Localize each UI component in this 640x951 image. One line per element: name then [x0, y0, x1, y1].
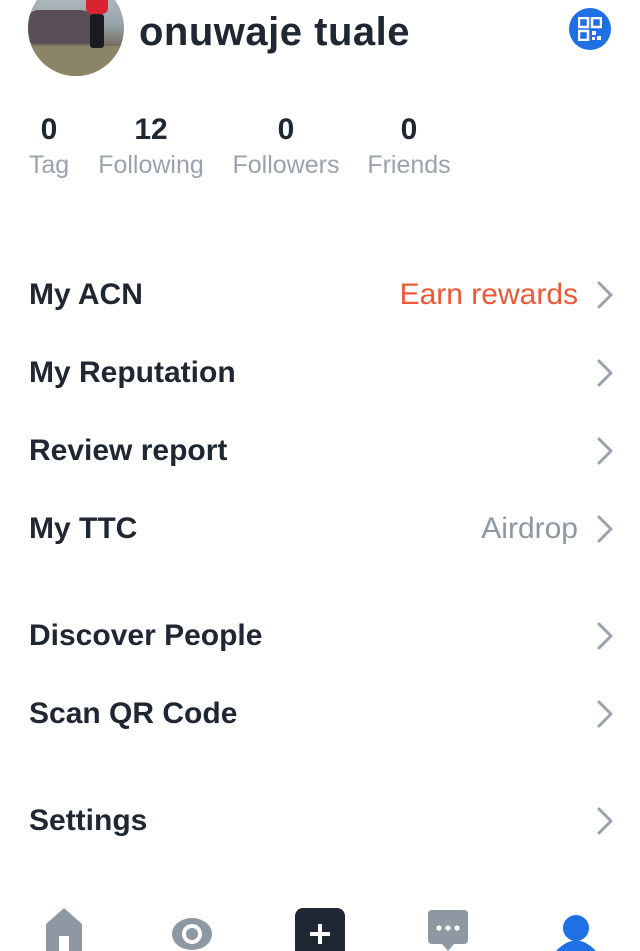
stat-tag-value: 0	[40, 113, 58, 146]
menu-my-ttc[interactable]: My TTC Airdrop	[0, 499, 640, 559]
menu-review-report[interactable]: Review report	[0, 421, 640, 481]
chevron-right-icon	[597, 359, 613, 387]
menu-discover-people[interactable]: Discover People	[0, 606, 640, 666]
stat-friends-value: 0	[400, 113, 418, 146]
menu-my-ttc-label: My TTC	[29, 512, 138, 545]
chat-icon[interactable]	[426, 900, 470, 951]
avatar[interactable]	[28, 0, 124, 76]
chevron-right-icon	[597, 807, 613, 835]
home-icon[interactable]	[42, 900, 86, 951]
qr-code-button[interactable]	[569, 8, 611, 50]
profile-username: onuwaje tuale	[139, 10, 410, 54]
stat-followers[interactable]: 0 Followers	[230, 112, 342, 182]
chevron-right-icon	[597, 622, 613, 650]
earn-rewards-label: Earn rewards	[399, 278, 578, 311]
menu-scan-qr-code-label: Scan QR Code	[29, 697, 238, 730]
stat-following-label: Following	[98, 151, 204, 179]
menu-discover-people-label: Discover People	[29, 619, 263, 652]
eye-icon[interactable]	[170, 900, 214, 951]
qr-code-icon	[578, 17, 602, 41]
stat-friends[interactable]: 0 Friends	[366, 112, 452, 182]
stat-tag-label: Tag	[28, 151, 70, 179]
menu-my-acn[interactable]: My ACN Earn rewards	[0, 265, 640, 325]
menu-my-reputation[interactable]: My Reputation	[0, 343, 640, 403]
menu-settings[interactable]: Settings	[0, 791, 640, 851]
stat-friends-label: Friends	[367, 151, 451, 179]
menu-review-report-label: Review report	[29, 434, 228, 467]
menu-settings-label: Settings	[29, 804, 148, 837]
menu-scan-qr-code[interactable]: Scan QR Code	[0, 684, 640, 744]
profile-icon[interactable]	[554, 900, 598, 951]
airdrop-label: Airdrop	[481, 512, 578, 545]
menu-my-reputation-label: My Reputation	[29, 356, 236, 389]
stat-followers-value: 0	[277, 113, 295, 146]
bottom-tab-bar	[0, 900, 640, 951]
chevron-right-icon	[597, 515, 613, 543]
chevron-right-icon	[597, 437, 613, 465]
plus-icon[interactable]	[294, 900, 346, 951]
stat-followers-label: Followers	[232, 151, 340, 179]
profile-stats: 0 Tag 12 Following 0 Followers 0 Friends	[0, 112, 640, 192]
chevron-right-icon	[597, 700, 613, 728]
menu-my-acn-label: My ACN	[29, 278, 143, 311]
stat-tag[interactable]: 0 Tag	[28, 112, 70, 182]
stat-following[interactable]: 12 Following	[96, 112, 206, 182]
chevron-right-icon	[597, 281, 613, 309]
stat-following-value: 12	[134, 113, 168, 146]
